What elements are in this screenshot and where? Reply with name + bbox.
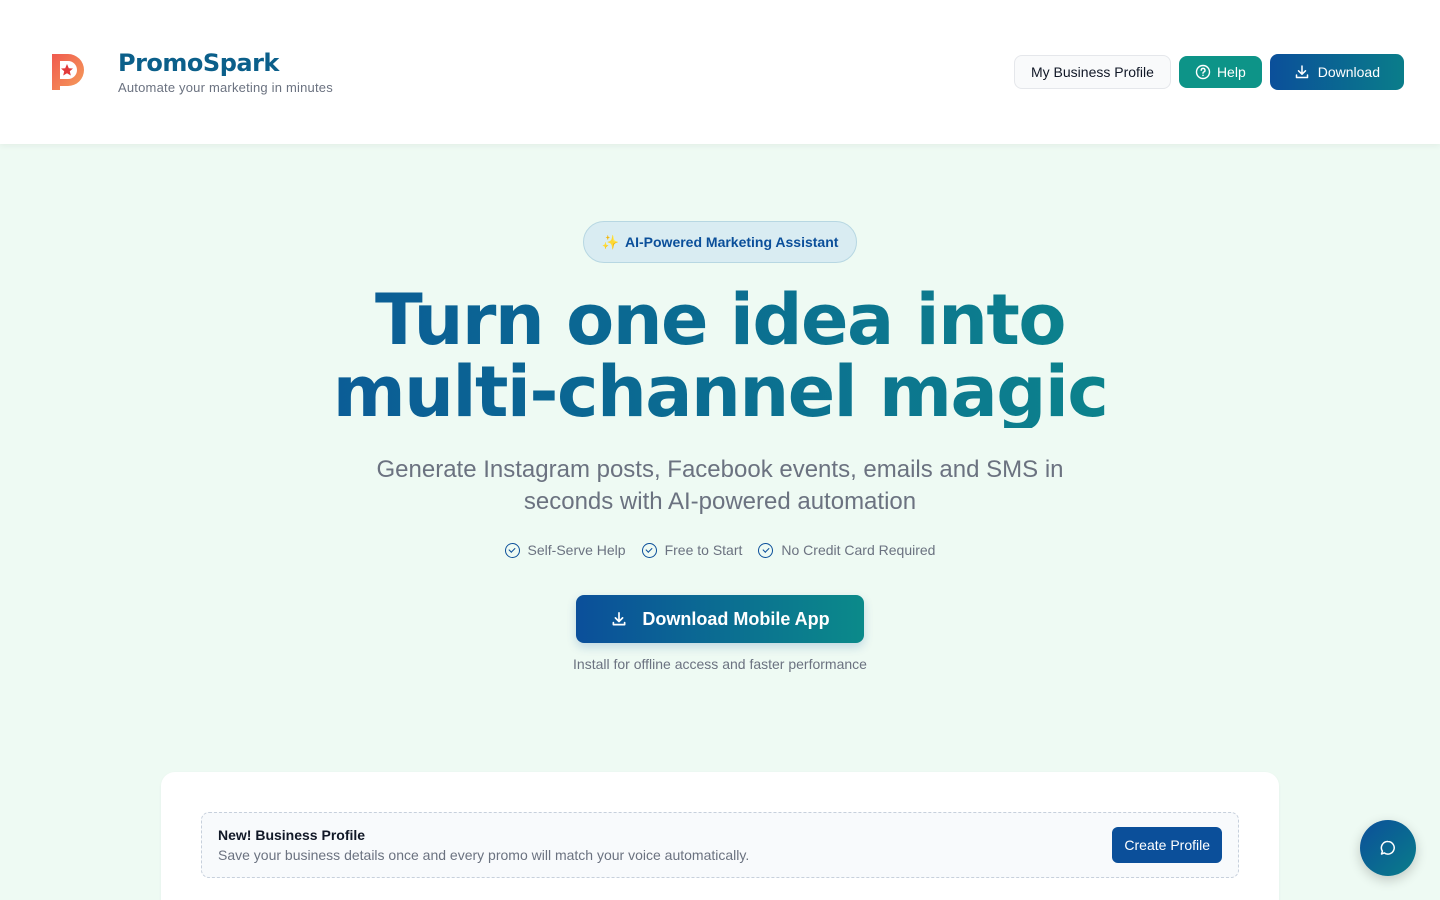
- feature-item: Free to Start: [641, 542, 743, 558]
- download-button-label: Download: [1317, 64, 1380, 80]
- ai-assistant-badge: ✨ AI-Powered Marketing Assistant: [583, 221, 857, 263]
- download-button[interactable]: Download: [1269, 54, 1404, 90]
- help-button-label: Help: [1216, 64, 1246, 80]
- chat-button[interactable]: [1360, 820, 1416, 876]
- feature-label: Self-Serve Help: [527, 542, 626, 558]
- create-profile-button[interactable]: Create Profile: [1112, 827, 1222, 863]
- headline-line-1: Turn one idea into: [375, 279, 1065, 361]
- feature-label: No Credit Card Required: [781, 542, 936, 558]
- header-actions: My Business Profile Help Download: [1014, 54, 1404, 90]
- hero-subhead: Generate Instagram posts, Facebook event…: [376, 456, 1064, 515]
- download-icon: [1294, 64, 1310, 80]
- content-card: New! Business Profile Save your business…: [161, 772, 1279, 900]
- cta-label: Download Mobile App: [642, 608, 830, 629]
- feature-item: Self-Serve Help: [504, 542, 626, 558]
- business-profile-notice: New! Business Profile Save your business…: [201, 812, 1239, 878]
- badge-label: AI-Powered Marketing Assistant: [625, 234, 839, 250]
- brand[interactable]: PromoSpark Automate your marketing in mi…: [48, 49, 333, 95]
- help-button[interactable]: Help: [1178, 56, 1262, 88]
- cta-note: Install for offline access and faster pe…: [573, 656, 867, 672]
- hero-headline: Turn one idea into multi-channel magic: [0, 284, 1440, 428]
- feature-item: No Credit Card Required: [758, 542, 935, 558]
- download-icon: [610, 610, 628, 628]
- brand-name: PromoSpark: [118, 49, 279, 77]
- top-header: PromoSpark Automate your marketing in mi…: [0, 0, 1440, 144]
- sparkles-icon: ✨: [601, 233, 619, 250]
- p-star-logo-icon: [48, 50, 88, 94]
- check-circle-icon: [641, 542, 657, 558]
- check-circle-icon: [758, 542, 774, 558]
- brand-tagline: Automate your marketing in minutes: [118, 80, 333, 95]
- check-circle-icon: [504, 542, 520, 558]
- help-circle-icon: [1195, 64, 1211, 80]
- feature-label: Free to Start: [664, 542, 743, 558]
- notice-title: New! Business Profile: [218, 827, 366, 843]
- my-business-profile-button[interactable]: My Business Profile: [1014, 55, 1171, 89]
- feature-list: Self-Serve Help Free to Start No Credit …: [0, 542, 1440, 558]
- headline-line-2: multi-channel magic: [332, 351, 1108, 433]
- notice-text: Save your business details once and ever…: [218, 847, 750, 863]
- chat-bubble-icon: [1379, 839, 1397, 857]
- download-mobile-app-button[interactable]: Download Mobile App: [576, 595, 864, 643]
